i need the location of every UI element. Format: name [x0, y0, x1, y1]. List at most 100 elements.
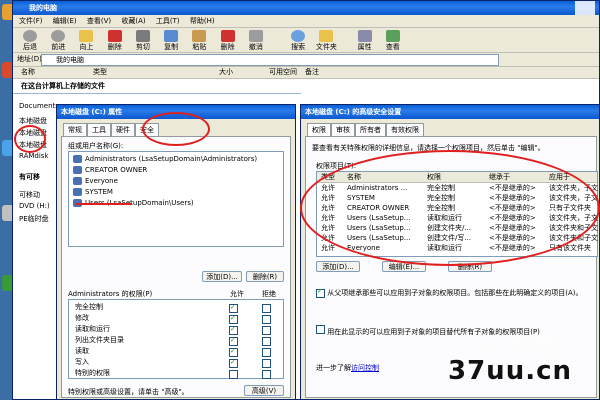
add-button[interactable]: 添加(D)...	[316, 261, 360, 272]
cut-button[interactable]: 剪切	[130, 30, 156, 52]
highlight-ellipse	[300, 150, 600, 266]
allow-checkbox[interactable]	[229, 346, 238, 357]
user-row[interactable]: SYSTEM	[69, 187, 283, 198]
inherit-checkbox-row: 从父项继承那些可以应用到子对象的权限项目。包括那些在此明确定义的项目(A)。	[316, 289, 592, 307]
paste-button[interactable]: 粘贴	[186, 30, 212, 52]
menu-help[interactable]: 帮助(H)	[190, 15, 215, 27]
menu-view[interactable]: 查看(V)	[87, 15, 111, 27]
allow-checkbox[interactable]	[229, 302, 238, 313]
allow-checkbox[interactable]	[229, 313, 238, 324]
folders-button[interactable]: 文件夹	[313, 30, 339, 52]
properties-dialog: 本地磁盘 (C:) 属性 常规 工具 硬件 安全 组或用户名称(G): Adminis…	[56, 104, 296, 400]
tab-hardware[interactable]: 硬件	[111, 123, 135, 136]
remove-button[interactable]: 删除(R)	[246, 271, 284, 282]
search-icon	[291, 30, 306, 42]
allow-checkbox[interactable]	[229, 335, 238, 346]
dialog-title: 本地磁盘 (C:) 的高级安全设置	[305, 108, 402, 116]
menu-tools[interactable]: 工具(T)	[156, 15, 180, 27]
address-label: 地址(D)	[17, 55, 42, 63]
advanced-button[interactable]: 高级(V)	[244, 385, 284, 396]
users-icon	[73, 166, 82, 174]
allow-checkbox[interactable]	[229, 324, 238, 335]
toolbar: 后退 前进 向上 删除 剪切 复制 粘贴 删除 撤消 搜索 文件夹 属性 查看	[13, 28, 599, 53]
access-control-link[interactable]: 访问控制	[351, 364, 379, 372]
allow-checkbox[interactable]	[229, 370, 238, 379]
user-row[interactable]: CREATOR OWNER	[69, 165, 283, 176]
list-item[interactable]: RAMdisk	[19, 152, 49, 160]
forward-icon	[51, 30, 66, 42]
back-button[interactable]: 后退	[17, 30, 43, 52]
column-size[interactable]: 大小	[219, 67, 233, 78]
deny-checkbox[interactable]	[262, 359, 271, 368]
folder-up-icon	[79, 30, 94, 42]
address-input[interactable]: 我的电脑	[41, 54, 499, 66]
deny-checkbox[interactable]	[262, 304, 271, 313]
copy-button[interactable]: 复制	[158, 30, 184, 52]
paste-icon	[192, 30, 207, 42]
tab-effective[interactable]: 有效权限	[386, 123, 424, 136]
list-item[interactable]: Documents	[19, 102, 59, 110]
explorer-titlebar[interactable]: 我的电脑	[13, 1, 599, 15]
advanced-titlebar[interactable]: 本地磁盘 (C:) 的高级安全设置	[301, 105, 599, 119]
users-list[interactable]: Administrators (LsaSetupDomain\Administr…	[68, 151, 284, 247]
menu-file[interactable]: 文件(F)	[19, 15, 43, 27]
deny-checkbox[interactable]	[262, 315, 271, 324]
users-icon	[73, 155, 82, 163]
tab-permissions[interactable]: 权限	[307, 123, 331, 136]
list-item[interactable]: 可移动	[19, 190, 40, 200]
properties-icon	[357, 30, 372, 42]
view-button[interactable]: 查看	[380, 30, 406, 52]
deny-checkbox[interactable]	[262, 337, 271, 346]
list-item[interactable]: PE临时盘	[19, 214, 49, 224]
deny-checkbox[interactable]	[262, 370, 271, 379]
tab-owner[interactable]: 所有者	[355, 123, 386, 136]
section-header: 有可移	[19, 173, 40, 181]
windows-logo-icon	[575, 1, 595, 15]
deny-header: 拒绝	[262, 290, 276, 298]
back-icon	[23, 30, 37, 42]
column-notes[interactable]: 备注	[305, 67, 319, 78]
perm-row: 完全控制	[69, 302, 283, 313]
delete-button[interactable]: 删除	[102, 30, 128, 52]
list-item[interactable]: DVD (H:)	[19, 202, 50, 210]
add-button[interactable]: 添加(D)...	[202, 271, 242, 282]
properties-button[interactable]: 属性	[352, 30, 378, 52]
users-label: 组或用户名称(G):	[68, 142, 124, 150]
forward-button[interactable]: 前进	[45, 30, 71, 52]
dialog-title: 本地磁盘 (C:) 属性	[61, 108, 123, 116]
undo-button[interactable]: 撤消	[243, 30, 269, 52]
allow-header: 允许	[230, 290, 244, 298]
permissions-list: 完全控制 修改 读取和运行 列出文件夹目录 读取 写入 特别的权限	[68, 299, 284, 379]
delete-icon	[220, 30, 235, 42]
column-free[interactable]: 可用空间	[269, 67, 297, 78]
tab-panel: 组或用户名称(G): Administrators (LsaSetupDomai…	[61, 136, 291, 398]
menu-favorites[interactable]: 收藏(A)	[121, 15, 145, 27]
delete-icon	[107, 30, 122, 42]
copy-icon	[164, 30, 179, 42]
allow-checkbox[interactable]	[229, 357, 238, 368]
perm-row: 特别的权限	[69, 368, 283, 379]
users-icon	[73, 188, 82, 196]
column-name[interactable]: 名称	[21, 67, 35, 78]
tab-strip: 权限 审核 所有者 有效权限	[307, 123, 424, 136]
tab-auditing[interactable]: 审核	[331, 123, 355, 136]
deny-checkbox[interactable]	[262, 326, 271, 335]
column-type[interactable]: 类型	[93, 67, 107, 78]
up-button[interactable]: 向上	[73, 30, 99, 52]
deny-checkbox[interactable]	[262, 348, 271, 357]
user-row[interactable]: Administrators (LsaSetupDomain\Administr…	[69, 154, 283, 165]
delete-button-2[interactable]: 删除	[215, 30, 241, 52]
tab-general[interactable]: 常规	[63, 123, 87, 136]
search-button[interactable]: 搜索	[285, 30, 311, 52]
menu-edit[interactable]: 编辑(E)	[53, 15, 77, 27]
column-headers: 名称 类型 大小 可用空间 备注	[13, 67, 599, 79]
replace-checkbox[interactable]	[316, 325, 325, 334]
highlight-ellipse	[142, 112, 210, 146]
folder-icon	[319, 30, 334, 42]
perm-row: 读取和运行	[69, 324, 283, 335]
perm-row: 写入	[69, 357, 283, 368]
footer-text: 特别权限或高级设置，请单击 "高级"。	[68, 388, 189, 396]
tab-tools[interactable]: 工具	[87, 123, 111, 136]
user-row[interactable]: Everyone	[69, 176, 283, 187]
inherit-checkbox[interactable]	[316, 289, 325, 298]
